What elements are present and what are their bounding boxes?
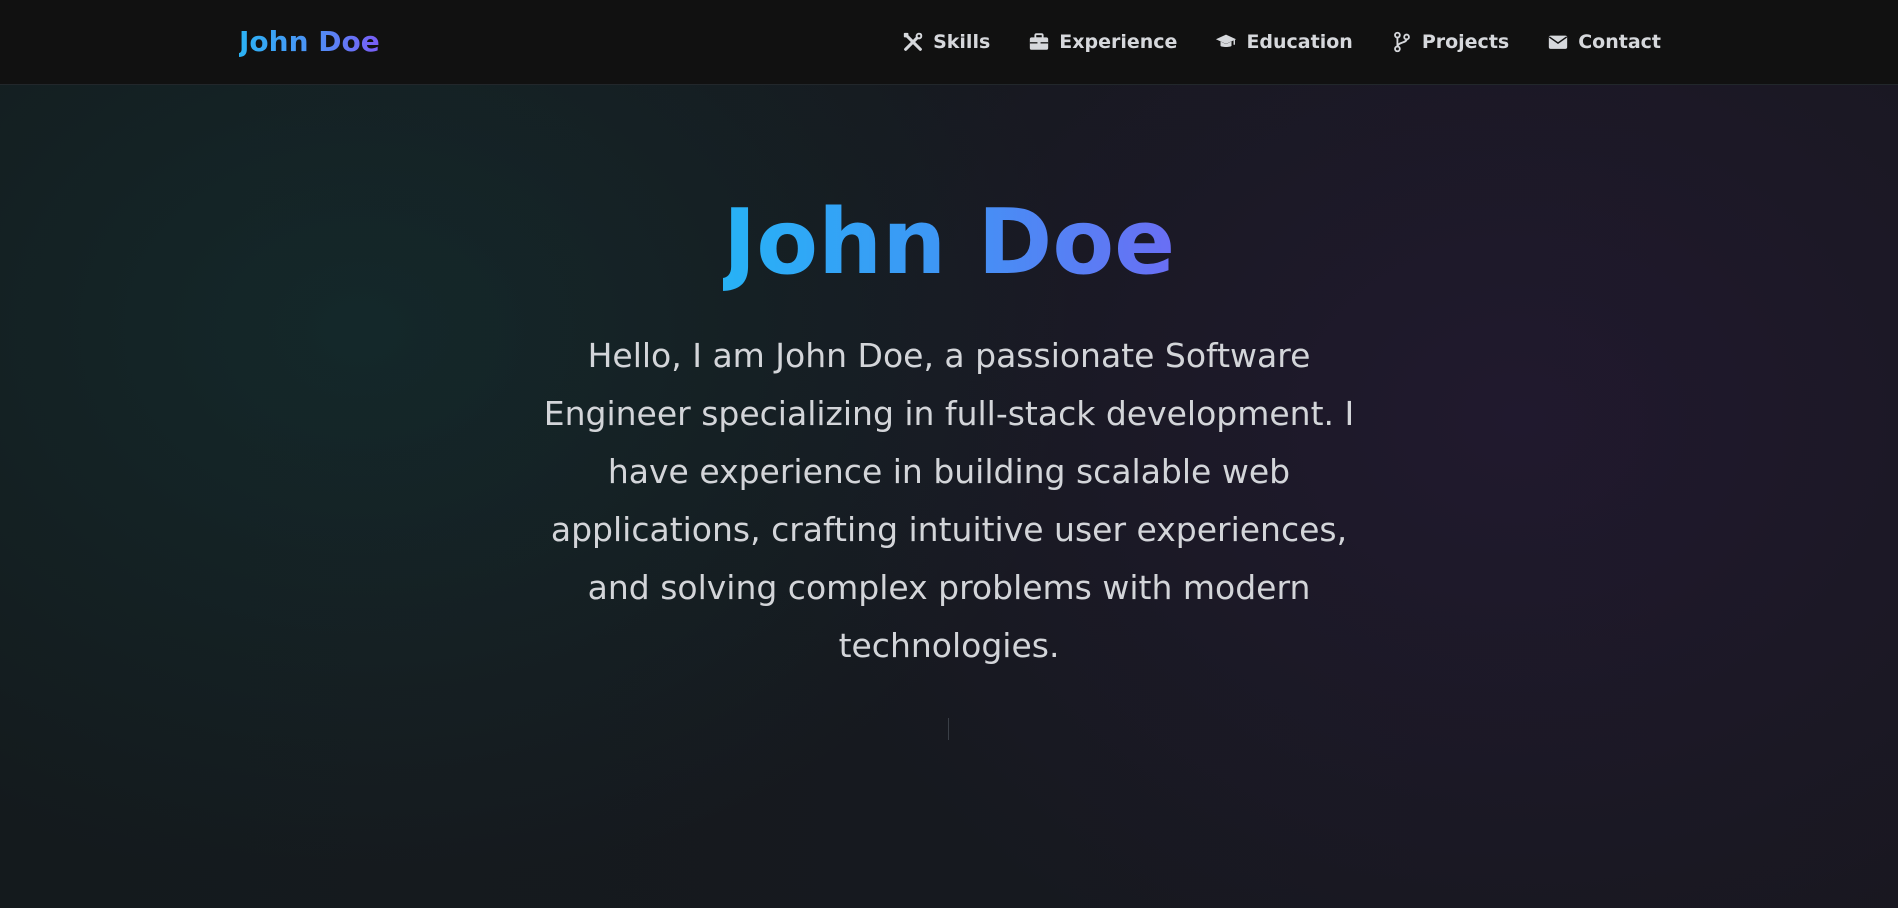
nav-item-education[interactable]: Education <box>1215 31 1353 53</box>
briefcase-icon <box>1028 31 1050 53</box>
scroll-indicator <box>948 718 949 740</box>
graduation-cap-icon <box>1215 31 1237 53</box>
nav-item-contact[interactable]: Contact <box>1547 31 1661 53</box>
nav-item-skills[interactable]: Skills <box>902 31 990 53</box>
page: John Doe Skills Experience Education Pro… <box>0 0 1898 908</box>
hero-title: John Doe <box>0 188 1898 298</box>
nav-label-experience: Experience <box>1059 31 1178 53</box>
code-branch-icon <box>1391 31 1413 53</box>
tools-icon <box>902 31 924 53</box>
nav-label-education: Education <box>1246 31 1353 53</box>
nav-label-projects: Projects <box>1421 31 1510 53</box>
nav-links: Skills Experience Education Projects Con… <box>902 26 1661 58</box>
nav-item-experience[interactable]: Experience <box>1028 31 1177 53</box>
hero-description: Hello, I am John Doe, a passionate Softw… <box>543 336 1355 665</box>
envelope-icon <box>1547 31 1569 53</box>
brand-logo[interactable]: John Doe <box>239 22 380 62</box>
hero-title-text: John Doe <box>722 190 1176 295</box>
navbar: John Doe Skills Experience Education Pro… <box>0 0 1898 85</box>
nav-label-contact: Contact <box>1578 31 1661 53</box>
nav-item-projects[interactable]: Projects <box>1391 31 1509 53</box>
nav-label-skills: Skills <box>933 31 991 53</box>
